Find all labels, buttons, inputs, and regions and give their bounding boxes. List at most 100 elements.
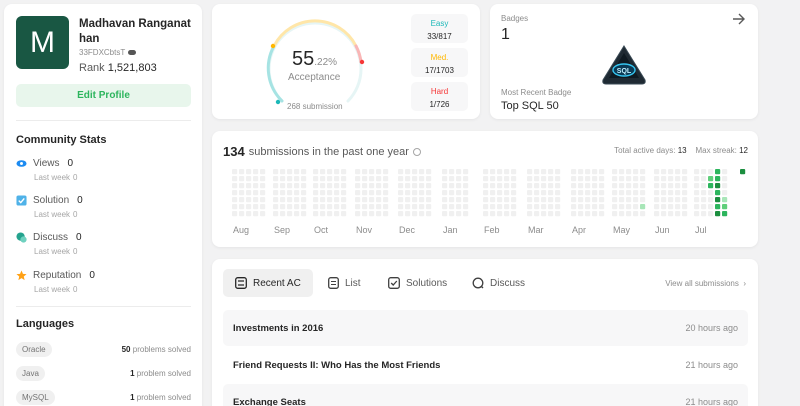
heatmap-cell[interactable] [592, 176, 598, 182]
heatmap-cell[interactable] [654, 211, 660, 217]
heatmap-cell[interactable] [273, 176, 279, 182]
heatmap-cell[interactable] [239, 204, 245, 210]
heatmap-cell[interactable] [592, 197, 598, 203]
heatmap-cell[interactable] [280, 190, 286, 196]
heatmap-cell[interactable] [327, 190, 333, 196]
heatmap-cell[interactable] [722, 204, 728, 210]
heatmap-cell[interactable] [682, 169, 688, 175]
heatmap-cell[interactable] [449, 176, 455, 182]
heatmap-cell[interactable] [527, 169, 533, 175]
heatmap-cell[interactable] [383, 190, 389, 196]
heatmap-cell[interactable] [571, 176, 577, 182]
heatmap-cell[interactable] [398, 204, 404, 210]
heatmap-cell[interactable] [504, 176, 510, 182]
heatmap-cell[interactable] [668, 169, 674, 175]
heatmap-cell[interactable] [701, 211, 707, 217]
heatmap-cell[interactable] [383, 204, 389, 210]
heatmap-cell[interactable] [722, 197, 728, 203]
heatmap-cell[interactable] [541, 183, 547, 189]
heatmap-cell[interactable] [633, 190, 639, 196]
heatmap-cell[interactable] [694, 211, 700, 217]
heatmap-cell[interactable] [619, 176, 625, 182]
heatmap-cell[interactable] [246, 169, 252, 175]
heatmap-cell[interactable] [654, 190, 660, 196]
heatmap-cell[interactable] [612, 169, 618, 175]
heatmap-cell[interactable] [355, 183, 361, 189]
heatmap-cell[interactable] [426, 190, 432, 196]
heatmap-cell[interactable] [405, 190, 411, 196]
heatmap-cell[interactable] [578, 211, 584, 217]
heatmap-cell[interactable] [334, 211, 340, 217]
heatmap-cell[interactable] [555, 204, 561, 210]
language-tag[interactable]: Java [16, 366, 45, 381]
heatmap-cell[interactable] [449, 169, 455, 175]
heatmap-cell[interactable] [661, 211, 667, 217]
heatmap-cell[interactable] [682, 197, 688, 203]
heatmap-cell[interactable] [694, 183, 700, 189]
heatmap-cell[interactable] [548, 197, 554, 203]
heatmap-cell[interactable] [722, 176, 728, 182]
heatmap-cell[interactable] [253, 204, 259, 210]
heatmap-cell[interactable] [369, 204, 375, 210]
heatmap-cell[interactable] [398, 169, 404, 175]
heatmap-cell[interactable] [294, 183, 300, 189]
heatmap-cell[interactable] [426, 183, 432, 189]
heatmap-cell[interactable] [675, 190, 681, 196]
heatmap-cell[interactable] [398, 197, 404, 203]
heatmap-cell[interactable] [694, 169, 700, 175]
heatmap-cell[interactable] [280, 176, 286, 182]
heatmap-cell[interactable] [578, 197, 584, 203]
language-tag[interactable]: MySQL [16, 390, 55, 405]
heatmap-cell[interactable] [260, 197, 266, 203]
heatmap-cell[interactable] [232, 176, 238, 182]
heatmap-cell[interactable] [640, 204, 646, 210]
heatmap-cell[interactable] [341, 190, 347, 196]
heatmap-cell[interactable] [511, 211, 517, 217]
heatmap-cell[interactable] [599, 190, 605, 196]
heatmap-cell[interactable] [412, 211, 418, 217]
heatmap-cell[interactable] [456, 169, 462, 175]
heatmap-cell[interactable] [273, 190, 279, 196]
heatmap-cell[interactable] [682, 204, 688, 210]
heatmap-cell[interactable] [273, 169, 279, 175]
heatmap-cell[interactable] [668, 204, 674, 210]
heatmap-cell[interactable] [287, 190, 293, 196]
heatmap-cell[interactable] [640, 211, 646, 217]
heatmap-cell[interactable] [483, 183, 489, 189]
heatmap-cell[interactable] [612, 183, 618, 189]
heatmap-cell[interactable] [661, 190, 667, 196]
heatmap-cell[interactable] [626, 169, 632, 175]
heatmap-cell[interactable] [619, 169, 625, 175]
heatmap-cell[interactable] [456, 204, 462, 210]
heatmap-cell[interactable] [504, 190, 510, 196]
tab-list[interactable]: List [316, 269, 373, 297]
heatmap-cell[interactable] [287, 204, 293, 210]
heatmap-cell[interactable] [246, 176, 252, 182]
heatmap-cell[interactable] [294, 190, 300, 196]
heatmap-cell[interactable] [334, 183, 340, 189]
heatmap-cell[interactable] [599, 176, 605, 182]
heatmap-cell[interactable] [578, 169, 584, 175]
heatmap-cell[interactable] [463, 183, 469, 189]
heatmap-cell[interactable] [715, 190, 721, 196]
heatmap-cell[interactable] [633, 176, 639, 182]
heatmap-cell[interactable] [320, 204, 326, 210]
heatmap-cell[interactable] [369, 176, 375, 182]
heatmap-cell[interactable] [405, 211, 411, 217]
heatmap-cell[interactable] [511, 176, 517, 182]
submission-row[interactable]: Investments in 2016 20 hours ago [223, 310, 748, 346]
heatmap-cell[interactable] [497, 169, 503, 175]
heatmap-cell[interactable] [527, 190, 533, 196]
heatmap-cell[interactable] [708, 183, 714, 189]
heatmap-cell[interactable] [239, 211, 245, 217]
heatmap-cell[interactable] [483, 169, 489, 175]
heatmap-cell[interactable] [722, 183, 728, 189]
heatmap-cell[interactable] [708, 190, 714, 196]
heatmap-cell[interactable] [398, 190, 404, 196]
heatmap-cell[interactable] [490, 183, 496, 189]
heatmap-cell[interactable] [442, 204, 448, 210]
heatmap-cell[interactable] [463, 197, 469, 203]
heatmap-cell[interactable] [592, 204, 598, 210]
heatmap-cell[interactable] [490, 169, 496, 175]
heatmap-cell[interactable] [661, 204, 667, 210]
